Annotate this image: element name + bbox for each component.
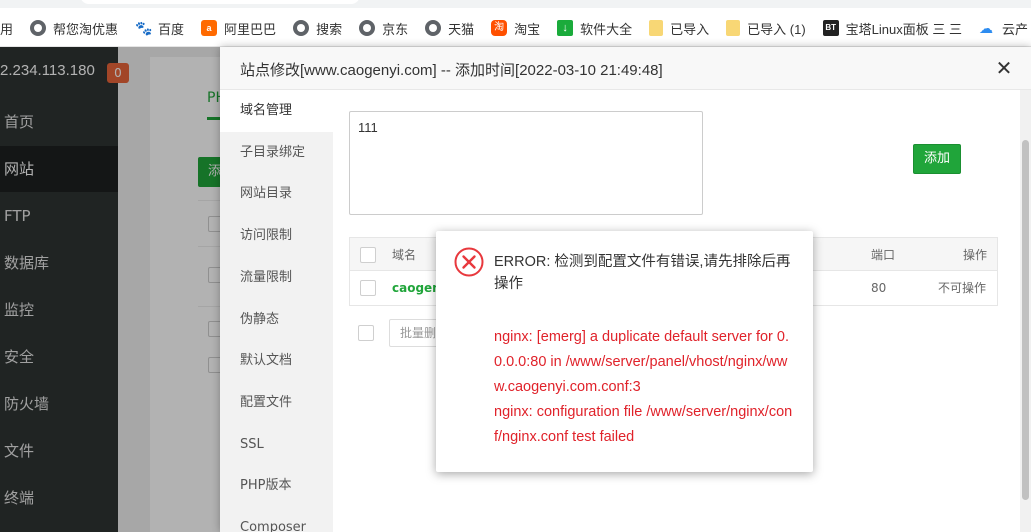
modal-tab[interactable]: 子目录绑定 xyxy=(220,132,333,174)
bookmark-label: 云产 xyxy=(1001,21,1028,37)
modal-tab[interactable]: 网站目录 xyxy=(220,173,333,215)
modal-scrollbar[interactable] xyxy=(1020,90,1031,532)
bookmark-item[interactable]: 🐾 百度 xyxy=(135,19,184,38)
error-dialog: ERROR: 检测到配置文件有错误,请先排除后再操作 nginx: [emerg… xyxy=(436,231,813,472)
globe-icon xyxy=(425,20,442,36)
folder-icon xyxy=(726,20,741,36)
bookmark-list: 用 帮您淘优惠 🐾 百度 a 阿里巴巴 搜索 京东 天猫淘淘宝 ↓ 软件大全 已导入 已导入 (1) BT… xyxy=(0,14,1031,42)
alibaba-icon: a xyxy=(201,20,218,36)
add-domain-button[interactable]: 添加 xyxy=(913,144,961,174)
bookmark-label: 已导入 (1) xyxy=(747,21,806,37)
bookmark-label: 天猫 xyxy=(448,21,475,37)
domain-link[interactable]: caogen xyxy=(392,271,441,305)
modal-tab[interactable]: PHP版本 xyxy=(220,465,333,507)
scrollbar-thumb[interactable] xyxy=(1022,140,1029,500)
bookmark-item[interactable]: BT 宝塔Linux面板 三 三 xyxy=(822,19,962,38)
bookmark-item[interactable]: 帮您淘优惠 xyxy=(30,19,118,38)
modal-tab[interactable]: 访问限制 xyxy=(220,215,333,257)
bookmark-label: 百度 xyxy=(158,21,185,37)
bookmark-label: 阿里巴巴 xyxy=(224,21,277,37)
modal-tab[interactable]: 域名管理 xyxy=(220,90,333,132)
modal-tab[interactable]: 流量限制 xyxy=(220,257,333,299)
bookmark-item[interactable]: 已导入 xyxy=(649,19,709,38)
row-checkbox[interactable] xyxy=(360,280,376,296)
modal-tab-list: 域名管理 子目录绑定 网站目录 访问限制 流量限制 伪静态 默认文档 配置文件 SSL PHP版本… xyxy=(220,90,333,532)
column-header-port: 端口 xyxy=(871,248,896,262)
bookmark-item[interactable]: 京东 xyxy=(359,19,408,38)
bt-icon: BT xyxy=(822,20,839,36)
modal-title: 站点修改[www.caogenyi.com] -- 添加时间[2022-03-1… xyxy=(240,62,663,79)
download-icon: ↓ xyxy=(557,20,574,36)
modal-tab[interactable]: 伪静态 xyxy=(220,299,333,341)
modal-tab[interactable]: 默认文档 xyxy=(220,340,333,382)
bookmark-item[interactable]: 搜索 xyxy=(293,19,342,38)
error-title: ERROR: 检测到配置文件有错误,请先排除后再操作 xyxy=(494,254,791,292)
modal-tab[interactable]: SSL xyxy=(220,424,333,466)
column-header-action: 操作 xyxy=(963,248,988,262)
error-line-2: nginx: configuration file /www/server/ng… xyxy=(494,404,793,445)
error-x-icon xyxy=(454,247,484,277)
bookmark-label: 淘宝 xyxy=(514,21,541,37)
batch-checkbox[interactable] xyxy=(358,325,374,341)
baidu-paw-icon: 🐾 xyxy=(135,20,153,36)
modal-tab[interactable]: 配置文件 xyxy=(220,382,333,424)
column-header-domain: 域名 xyxy=(392,248,417,262)
bookmark-label: 帮您淘优惠 xyxy=(53,21,119,37)
bookmark-item[interactable]: 天猫 xyxy=(425,19,474,38)
cloud-icon: ☁ xyxy=(978,20,993,36)
modal-tab[interactable]: Composer xyxy=(220,507,333,532)
bookmark-label: 宝塔Linux面板 三 三 xyxy=(845,21,962,37)
close-icon[interactable]: ✕ xyxy=(994,58,1014,78)
globe-icon xyxy=(30,20,47,36)
globe-icon xyxy=(293,20,310,36)
bookmark-item[interactable]: 淘淘宝 xyxy=(491,19,540,38)
bookmark-item[interactable]: 已导入 (1) xyxy=(726,19,806,38)
bookmark-label: 软件大全 xyxy=(580,21,633,37)
domain-port: 80 xyxy=(871,281,887,295)
address-bar-strip xyxy=(0,0,1031,8)
taobao-icon: 淘 xyxy=(491,20,508,36)
bookmark-label: 用 xyxy=(0,21,14,37)
modal-header: 站点修改[www.caogenyi.com] -- 添加时间[2022-03-1… xyxy=(220,47,1031,90)
bookmark-item[interactable]: a 阿里巴巴 xyxy=(201,19,276,38)
error-line-1: nginx: [emerg] a duplicate default serve… xyxy=(494,329,789,395)
bookmark-label: 搜索 xyxy=(316,21,343,37)
domain-input[interactable]: 111 xyxy=(349,111,703,215)
bookmark-label: 已导入 xyxy=(670,21,710,37)
domain-action: 不可操作 xyxy=(938,281,987,295)
bookmark-item[interactable]: ↓ 软件大全 xyxy=(557,19,632,38)
bookmark-label: 京东 xyxy=(382,21,409,37)
globe-icon xyxy=(359,20,376,36)
error-detail: nginx: [emerg] a duplicate default serve… xyxy=(494,325,794,450)
select-all-checkbox[interactable] xyxy=(360,247,376,263)
bookmarks-bar: 用 帮您淘优惠 🐾 百度 a 阿里巴巴 搜索 京东 天猫淘淘宝 ↓ 软件大全 已导入 已导入 (1) BT… xyxy=(0,0,1031,47)
bookmark-item[interactable]: ☁ 云产 xyxy=(979,19,1028,38)
bookmark-item[interactable]: 用 xyxy=(0,19,13,38)
folder-icon xyxy=(649,20,664,36)
